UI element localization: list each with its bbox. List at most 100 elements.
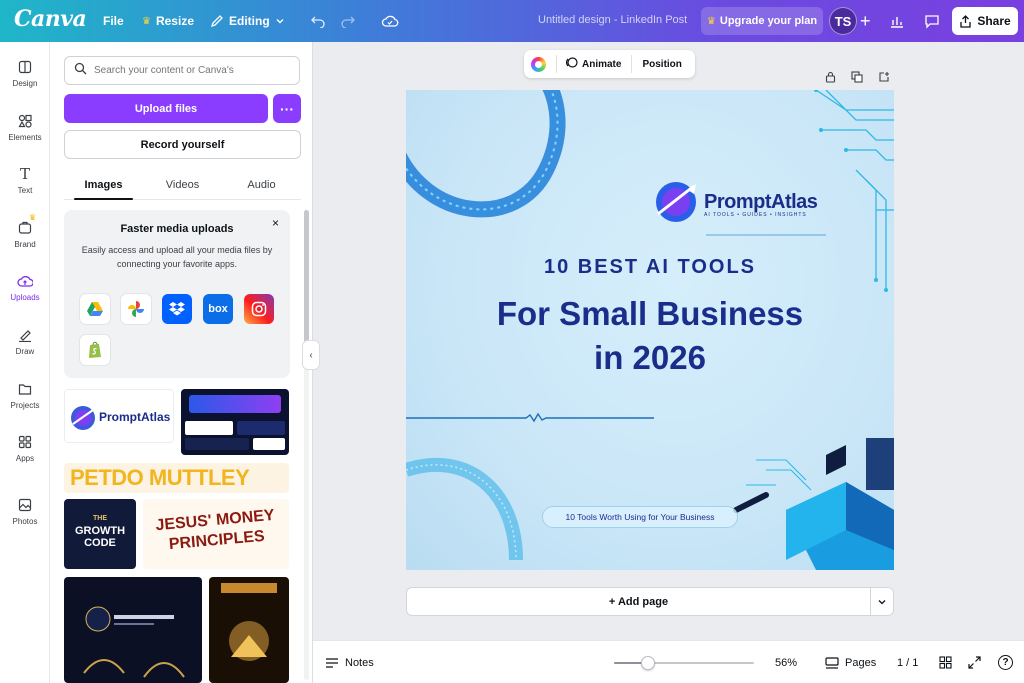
rail-label-photos: Photos (12, 517, 38, 526)
instagram-icon[interactable] (244, 294, 274, 324)
insights-button[interactable] (889, 0, 905, 42)
undo-button[interactable] (310, 0, 326, 42)
tab-audio[interactable]: Audio (222, 170, 301, 199)
animate-button[interactable]: Animate (565, 56, 621, 72)
pages-icon (825, 656, 839, 669)
upload-thumbnail-growth-code[interactable]: THE GROWTH CODE (64, 499, 136, 569)
thumb-promptatlas-text: PromptAtlas (99, 410, 171, 424)
file-menu[interactable]: File (103, 0, 124, 42)
panel-scrollbar[interactable] (304, 210, 309, 680)
design-pill-caption[interactable]: 10 Tools Worth Using for Your Business (542, 506, 738, 528)
thumb-growth-line2: GROWTH (74, 525, 126, 537)
photos-icon (17, 497, 33, 513)
duplicate-page-button[interactable] (850, 70, 864, 84)
document-title[interactable]: Untitled design - LinkedIn Post (538, 14, 687, 26)
upload-thumbnail-secret-money[interactable] (209, 577, 289, 683)
chevron-down-icon (275, 16, 285, 26)
canvas-context-toolbar: Animate Position (524, 50, 695, 78)
add-page-button[interactable]: + Add page (406, 587, 871, 616)
zoom-slider[interactable] (614, 662, 754, 664)
record-yourself-button[interactable]: Record yourself (64, 130, 301, 159)
search-input[interactable] (94, 65, 284, 76)
upload-files-button[interactable]: Upload files (64, 94, 268, 123)
rail-item-uploads[interactable]: Uploads (0, 273, 50, 302)
position-button[interactable]: Position (642, 59, 681, 70)
file-menu-label: File (103, 14, 124, 28)
add-page-above-button[interactable] (877, 70, 891, 84)
upload-thumbnail-promptatlas-logo[interactable]: PromptAtlas (64, 389, 174, 443)
upload-thumbnail-petdo-muttley[interactable]: PETDO MUTTLEY (64, 463, 289, 493)
design-brand-name[interactable]: PromptAtlas (704, 191, 818, 214)
rail-item-elements[interactable]: Elements (0, 113, 50, 142)
thumb-growth-line1: THE (93, 515, 107, 522)
rail-item-design[interactable]: Design (0, 59, 50, 88)
resize-button[interactable]: ♛ Resize (142, 0, 194, 42)
draw-icon (17, 327, 33, 343)
undo-icon (310, 14, 326, 28)
crown-icon: ♛ (29, 213, 37, 222)
share-button[interactable]: Share (952, 7, 1018, 35)
comments-button[interactable] (924, 0, 940, 42)
rail-item-brand[interactable]: ♛ Brand (0, 213, 50, 249)
rail-label-brand: Brand (14, 240, 36, 249)
page-indicator[interactable]: 1 / 1 (897, 641, 918, 683)
resize-label: Resize (155, 14, 194, 28)
design-headline-small[interactable]: 10 BEST AI TOOLS (406, 256, 894, 279)
design-headline-line1[interactable]: For Small Business (406, 292, 894, 336)
user-avatar[interactable]: TS (829, 7, 857, 35)
help-button[interactable]: ? (998, 641, 1013, 683)
rail-item-draw[interactable]: Draw (0, 327, 50, 356)
box-icon[interactable]: box (203, 294, 233, 324)
pencil-icon (210, 14, 224, 28)
fullscreen-button[interactable] (968, 641, 981, 683)
tab-videos[interactable]: Videos (143, 170, 222, 199)
rail-label-projects: Projects (10, 401, 40, 410)
dropbox-icon[interactable] (162, 294, 192, 324)
collapse-panel-button[interactable]: ‹ (302, 340, 320, 370)
pages-button[interactable]: Pages (825, 641, 876, 683)
crown-icon: ♛ (142, 15, 151, 27)
apps-icon (17, 434, 33, 450)
notes-button[interactable]: Notes (325, 641, 374, 683)
design-brand-tagline[interactable]: AI TOOLS • GUIDES • INSIGHTS (704, 212, 807, 218)
promo-body: Easily access and upload all your media … (81, 245, 273, 269)
upload-more-options-button[interactable]: ··· (273, 94, 301, 123)
thumb-secret-money-graphic (221, 583, 277, 661)
add-page-options-button[interactable] (870, 587, 894, 616)
canva-logo[interactable]: Canva (14, 6, 87, 32)
upgrade-plan-button[interactable]: ♛ Upgrade your plan (701, 7, 823, 35)
duplicate-icon (851, 71, 863, 83)
tab-images[interactable]: Images (64, 170, 143, 200)
upload-thumbnail-promptatlas-brand-sheet[interactable] (181, 389, 289, 455)
projects-icon (17, 381, 33, 397)
notes-icon (326, 657, 338, 668)
rail-item-photos[interactable]: Photos (0, 497, 50, 526)
color-wheel-icon[interactable] (531, 56, 546, 72)
google-drive-icon[interactable] (80, 294, 110, 324)
close-icon[interactable]: × (272, 216, 279, 230)
zoom-slider-handle[interactable] (640, 656, 655, 670)
redo-button[interactable] (340, 0, 356, 42)
cloud-save-button[interactable] (381, 0, 399, 42)
google-photos-icon[interactable] (121, 294, 151, 324)
uploads-panel: Upload files ··· Record yourself Images … (50, 42, 313, 683)
panel-scroll-thumb[interactable] (304, 210, 309, 350)
brand-icon: ♛ (17, 213, 36, 236)
shopify-icon[interactable] (80, 335, 110, 365)
rail-item-projects[interactable]: Projects (0, 381, 50, 410)
lock-page-button[interactable] (823, 70, 837, 84)
add-collaborator-button[interactable]: + (860, 0, 871, 42)
design-canvas[interactable]: PromptAtlas AI TOOLS • GUIDES • INSIGHTS… (406, 90, 894, 570)
upload-thumbnail-growth-code-dark[interactable] (64, 577, 202, 683)
rail-item-apps[interactable]: Apps (0, 434, 50, 463)
editing-mode-dropdown[interactable]: Editing (210, 0, 285, 42)
thumb-petdo-text: PETDO MUTTLEY (70, 465, 250, 490)
upload-thumbnail-jesus-money[interactable]: JESUS' MONEY PRINCIPLES (143, 499, 289, 569)
design-icon (17, 59, 33, 75)
zoom-level[interactable]: 56% (775, 641, 797, 683)
grid-view-button[interactable] (939, 641, 952, 683)
rail-item-text[interactable]: T Text (0, 165, 50, 195)
upgrade-label: Upgrade your plan (719, 15, 818, 27)
search-box[interactable] (64, 56, 300, 85)
design-headline-line2[interactable]: in 2026 (406, 336, 894, 380)
